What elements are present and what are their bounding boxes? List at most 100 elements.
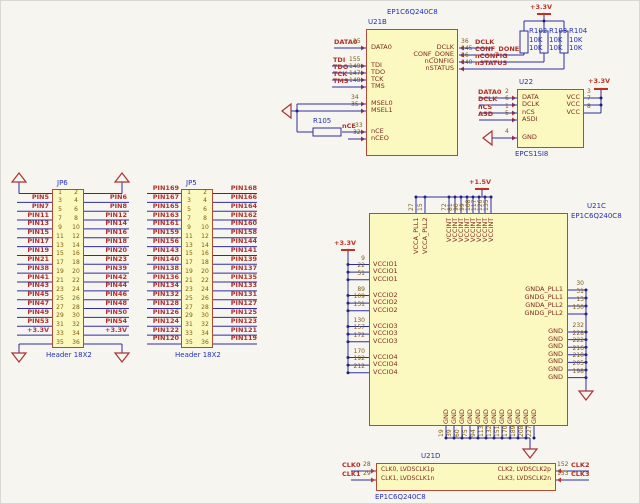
header-pin-number: 21 (183, 278, 195, 284)
header-pin-number: 13 (183, 243, 195, 249)
u21c-pin-name: GNDG_PLL1 (479, 294, 563, 301)
header-pin-number: 8 (70, 216, 82, 222)
junction-dot (585, 313, 588, 316)
header-pin-number: 33 (183, 331, 195, 337)
header-pin-number: 26 (70, 296, 82, 302)
header-pin-number: 7 (54, 216, 66, 222)
net-label: PIN53 (15, 318, 49, 325)
header-pin-number: 34 (199, 331, 211, 337)
header-pin-number: 28 (199, 305, 211, 311)
resistor-designator: R104 (569, 28, 587, 35)
net-label: PIN38 (15, 265, 49, 272)
jp6-footprint: Header 18X2 (46, 352, 92, 359)
pin-number: 8 (587, 104, 591, 110)
header-pin-number: 19 (183, 269, 195, 275)
junction-dot (585, 297, 588, 300)
header-pin-number: 11 (183, 234, 195, 240)
pin-connection-arrow-icon (371, 478, 375, 483)
power-bar-dot (347, 249, 350, 252)
junction-dot (585, 361, 588, 364)
header-pin-number: 9 (54, 225, 66, 231)
ground-arrow-icon (12, 353, 26, 362)
net-label: PIN21 (15, 256, 49, 263)
u21c-pin-name: GNDG_PLL2 (479, 310, 563, 317)
net-label: CLK0 (342, 462, 360, 469)
net-label: PIN14 (89, 220, 127, 227)
u21b-part-number: EP1C6Q240C8 (387, 9, 438, 16)
pin-number: 157 (345, 325, 365, 331)
pin-connection-arrow-icon (361, 109, 365, 114)
net-label: DCLK (478, 96, 497, 103)
ground-arrow-icon (12, 173, 26, 182)
net-label: PIN20 (89, 247, 127, 254)
net-label: PIN131 (217, 291, 257, 298)
header-pin-number: 2 (199, 190, 211, 196)
header-pin-number: 22 (70, 278, 82, 284)
net-label: PIN168 (217, 185, 257, 192)
header-pin-number: 3 (54, 198, 66, 204)
u21c-pin-name: GND (479, 351, 563, 358)
header-pin-number: 3 (183, 198, 195, 204)
ground-arrow-icon (115, 173, 129, 182)
pin-number: 170 (345, 349, 365, 355)
header-pin-number: 27 (54, 305, 66, 311)
net-label: PIN160 (217, 220, 257, 227)
header-pin-number: 14 (70, 243, 82, 249)
pin-number: 222 (564, 338, 584, 344)
net-label: CLK1 (342, 471, 360, 478)
resistor-value: 10K (529, 37, 543, 44)
net-label: PIN122 (145, 327, 179, 334)
ground-arrow-icon (282, 104, 291, 118)
net-label: PIN39 (89, 265, 127, 272)
net-label: CLK3 (571, 471, 589, 478)
net-label: PIN126 (145, 309, 179, 316)
pin-connection-arrow-icon (361, 71, 365, 76)
header-pin-number: 21 (54, 278, 66, 284)
header-pin-number: 30 (199, 313, 211, 319)
junction-dot (347, 340, 350, 343)
header-pin-number: 36 (70, 340, 82, 346)
pin-connection-arrow-icon (512, 118, 516, 123)
pin-number: 210 (564, 353, 584, 359)
pin-connection-arrow-icon (512, 111, 516, 116)
net-label: PIN46 (89, 291, 127, 298)
net-label: PIN144 (217, 238, 257, 245)
header-pin-number: 1 (54, 190, 66, 196)
junction-dot (585, 346, 588, 349)
u21c-designator: U21C (587, 203, 606, 210)
net-label: PIN156 (145, 238, 179, 245)
net-label: CLK2 (571, 462, 589, 469)
net-label: PIN123 (217, 318, 257, 325)
pin-number: 140 (461, 60, 472, 66)
header-pin-number: 35 (183, 340, 195, 346)
header-pin-number: 20 (199, 269, 211, 275)
power-net-label: +1.5V (469, 179, 491, 186)
resistor-body[interactable] (520, 31, 528, 53)
net-label: PIN49 (15, 309, 49, 316)
pin-number: 30 (564, 281, 584, 287)
header-pin-number: 17 (183, 260, 195, 266)
resistor-designator: R102 (529, 28, 547, 35)
pin-number: 5 (505, 111, 509, 117)
pin-number: 7 (587, 96, 591, 102)
header-pin-number: 26 (199, 296, 211, 302)
pin-number: 6 (505, 96, 509, 102)
header-pin-number: 27 (183, 305, 195, 311)
resistor-body[interactable] (313, 128, 341, 136)
u22-pin-name: VCC (539, 109, 580, 116)
u21c-pin-name: GNDA_PLL1 (479, 286, 563, 293)
u21c-pin-name: VCCIO4 (373, 354, 398, 361)
pin-number: 51 (345, 271, 365, 277)
header-pin-number: 31 (54, 322, 66, 328)
header-pin-number: 10 (199, 225, 211, 231)
junction-dot (543, 20, 546, 23)
header-pin-number: 15 (183, 251, 195, 257)
net-label: PIN13 (15, 220, 49, 227)
pin-connection-arrow-icon (361, 64, 365, 69)
pin-number: 228 (564, 331, 584, 337)
pin-number: 29 (363, 471, 371, 477)
pin-connection-arrow-icon (512, 103, 516, 108)
net-label: PIN164 (217, 203, 257, 210)
header-pin-number: 29 (54, 313, 66, 319)
header-pin-number: 15 (54, 251, 66, 257)
